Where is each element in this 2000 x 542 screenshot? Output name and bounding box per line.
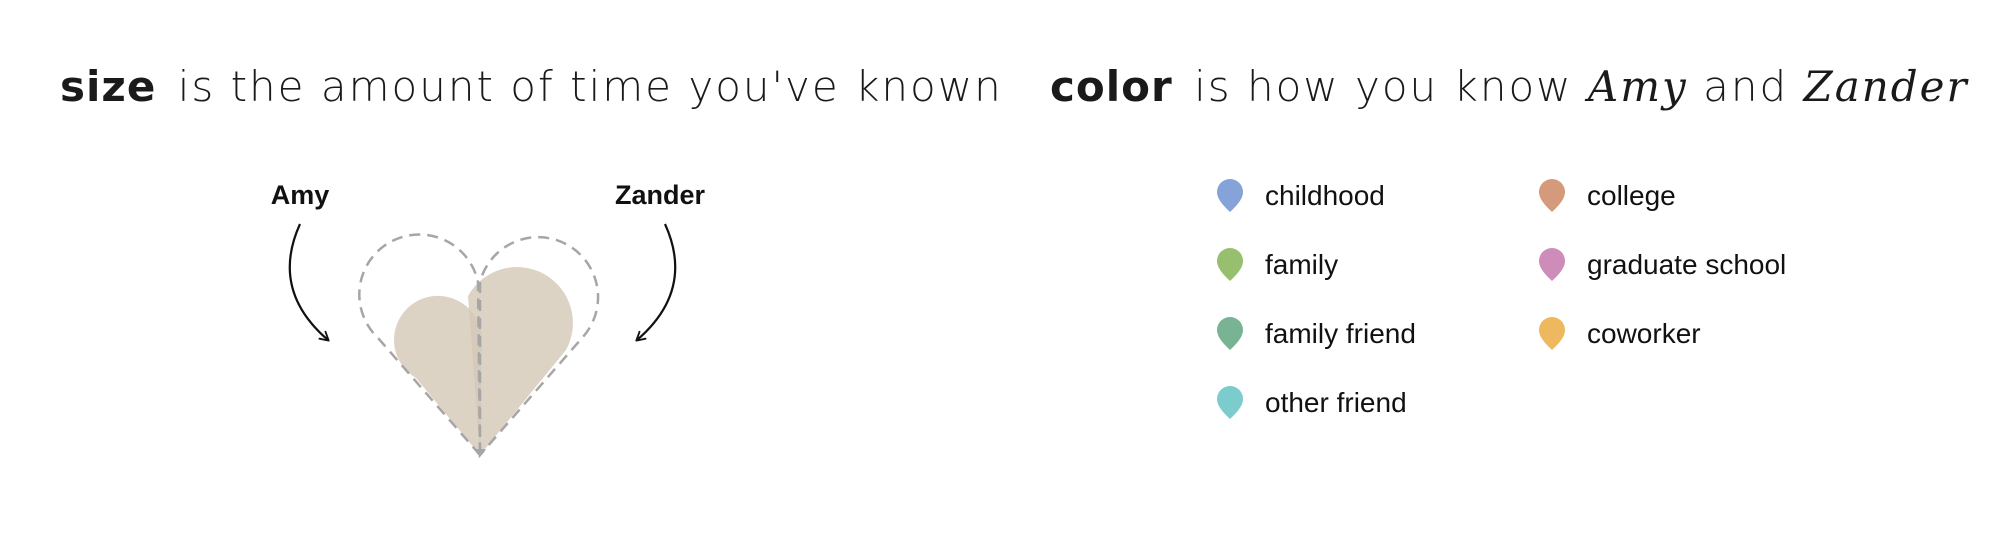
legend-label-graduate-school: graduate school <box>1587 249 1787 280</box>
teardrop-icon <box>1217 248 1243 281</box>
teardrop-icon <box>1217 317 1243 350</box>
legend-item-graduate-school: graduate school <box>1537 245 1786 285</box>
color-heading-text: is how you know <box>1194 62 1573 111</box>
color-heading: color is how you know Amy and Zander <box>1050 62 1969 111</box>
legend-item-college: college <box>1537 176 1676 216</box>
zander-label: Zander <box>615 180 706 210</box>
heart-tip-marker <box>474 449 486 457</box>
color-keyword: color <box>1050 62 1173 111</box>
heading-name-amy: Amy <box>1587 62 1688 111</box>
zander-arrow <box>635 223 677 342</box>
size-keyword: size <box>60 62 157 111</box>
teardrop-icon <box>1217 179 1243 212</box>
legend-label-family-friend: family friend <box>1265 318 1416 349</box>
heart-fill-group <box>394 267 573 455</box>
legend-label-college: college <box>1587 180 1676 211</box>
legend-label-other-friend: other friend <box>1265 387 1407 418</box>
teardrop-icon <box>1539 179 1565 212</box>
legend-item-family: family <box>1215 245 1338 285</box>
teardrop-icon <box>1539 248 1565 281</box>
amy-label: Amy <box>271 180 330 210</box>
teardrop-icon <box>1539 317 1565 350</box>
heart-diagram: Amy Zander <box>271 180 706 459</box>
legend-item-other-friend: other friend <box>1215 383 1407 423</box>
legend-label-childhood: childhood <box>1265 180 1385 211</box>
amy-lobe <box>394 295 483 455</box>
zander-lobe <box>468 267 573 455</box>
amy-arrow <box>288 223 330 342</box>
legend-item-family-friend: family friend <box>1215 314 1416 354</box>
heading-conjunction: and <box>1703 62 1789 111</box>
heading-name-zander: Zander <box>1803 62 1969 111</box>
color-legend: childhood family family friend other fri… <box>1215 176 1855 436</box>
legend-item-childhood: childhood <box>1215 176 1385 216</box>
legend-label-family: family <box>1265 249 1339 280</box>
teardrop-icon <box>1217 386 1243 419</box>
size-heading: size is the amount of time you've known <box>60 62 1003 111</box>
legend-item-coworker: coworker <box>1537 314 1701 354</box>
size-heading-text: is the amount of time you've known <box>177 62 1003 111</box>
legend-label-coworker: coworker <box>1587 318 1701 349</box>
